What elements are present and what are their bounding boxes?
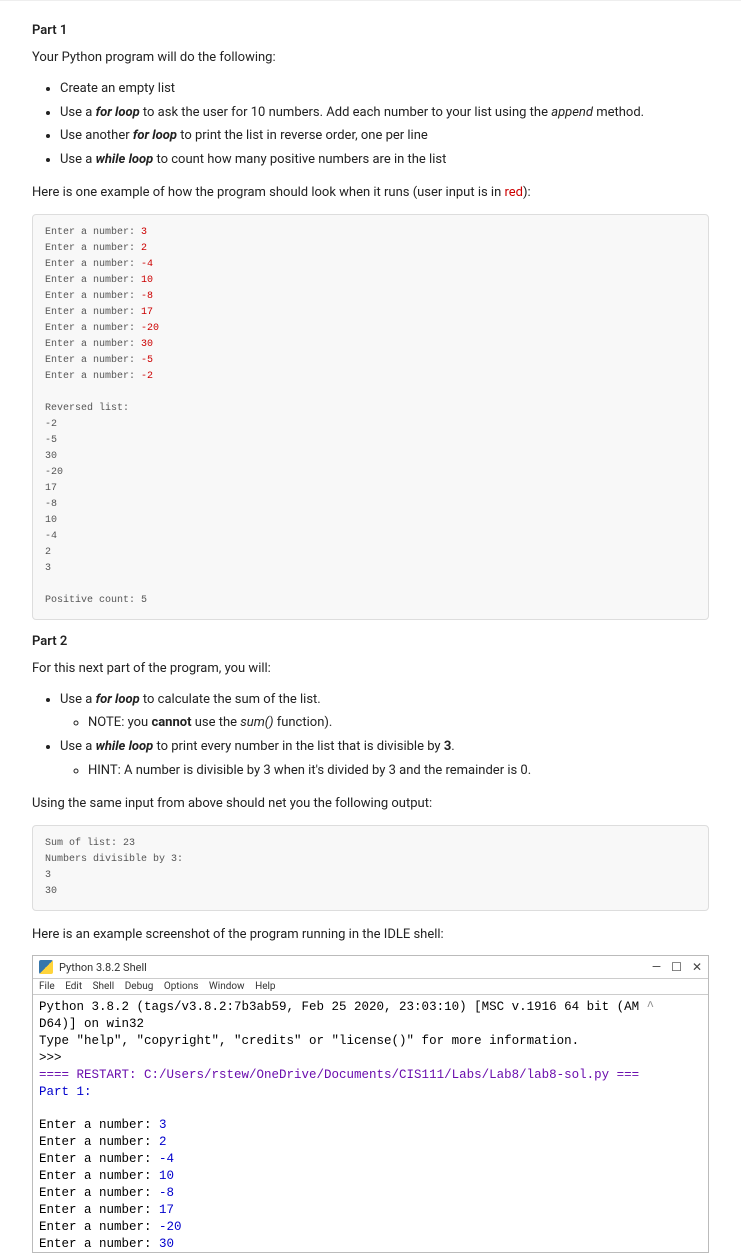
list-item: Use another for loop to print the list i… xyxy=(60,126,709,147)
list-item: Use a while loop to print every number i… xyxy=(60,737,709,782)
list-item: Use a for loop to ask the user for 10 nu… xyxy=(60,103,709,124)
menu-options[interactable]: Options xyxy=(164,981,199,992)
menu-help[interactable]: Help xyxy=(255,981,275,992)
menu-file[interactable]: File xyxy=(39,981,55,992)
part2-intro: For this next part of the program, you w… xyxy=(32,659,709,680)
part2-list: Use a for loop to calculate the sum of t… xyxy=(32,690,709,782)
part2-code-block: Sum of list: 23 Numbers divisible by 3: … xyxy=(32,825,709,911)
part2-output-intro: Using the same input from above should n… xyxy=(32,794,709,815)
menu-edit[interactable]: Edit xyxy=(65,981,82,992)
menu-shell[interactable]: Shell xyxy=(93,981,115,992)
list-item: NOTE: you cannot use the sum() function)… xyxy=(88,713,709,734)
python-icon xyxy=(39,960,53,974)
part1-list: Create an empty list Use a for loop to a… xyxy=(32,79,709,171)
maximize-button[interactable]: ☐ xyxy=(671,960,682,974)
idle-shell-body[interactable]: Python 3.8.2 (tags/v3.8.2:7b3ab59, Feb 2… xyxy=(33,995,708,1252)
part1-heading: Part 1 xyxy=(32,23,709,38)
list-item: HINT: A number is divisible by 3 when it… xyxy=(88,761,709,782)
menu-debug[interactable]: Debug xyxy=(125,981,154,992)
part1-intro: Your Python program will do the followin… xyxy=(32,48,709,69)
part1-code-block: Enter a number: 3 Enter a number: 2 Ente… xyxy=(32,214,709,620)
part2-heading: Part 2 xyxy=(32,634,709,649)
minimize-button[interactable]: — xyxy=(652,960,661,974)
list-item: Use a for loop to calculate the sum of t… xyxy=(60,690,709,735)
idle-titlebar: Python 3.8.2 Shell — ☐ ✕ xyxy=(33,956,708,979)
list-item: Use a while loop to count how many posit… xyxy=(60,150,709,171)
part1-example-intro: Here is one example of how the program s… xyxy=(32,183,709,204)
idle-menubar: File Edit Shell Debug Options Window Hel… xyxy=(33,979,708,995)
document-page: Part 1 Your Python program will do the f… xyxy=(0,0,741,1253)
idle-shell-window: Python 3.8.2 Shell — ☐ ✕ File Edit Shell… xyxy=(32,955,709,1253)
list-item: Create an empty list xyxy=(60,79,709,100)
close-button[interactable]: ✕ xyxy=(692,960,702,974)
menu-window[interactable]: Window xyxy=(209,981,245,992)
idle-window-title: Python 3.8.2 Shell xyxy=(59,961,147,974)
screenshot-intro: Here is an example screenshot of the pro… xyxy=(32,925,709,946)
